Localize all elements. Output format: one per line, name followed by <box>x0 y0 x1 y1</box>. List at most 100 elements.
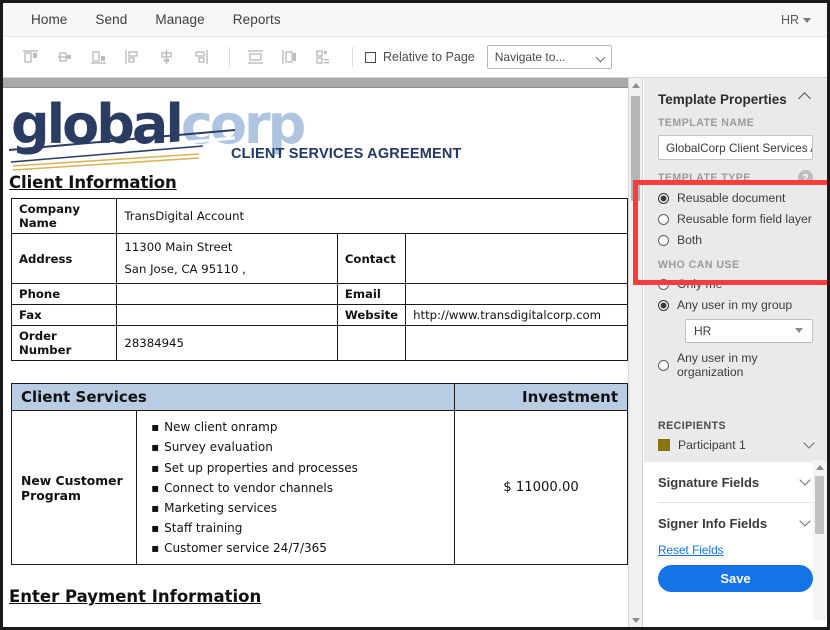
radio-button[interactable] <box>658 278 669 290</box>
cell-value-order-number[interactable]: 28384945 <box>116 325 338 362</box>
template-name-section-label: TEMPLATE NAME <box>658 117 755 129</box>
accordion-label: Signature Fields <box>658 474 760 490</box>
cell-value-phone[interactable] <box>116 283 338 306</box>
distribute-horizontal-icon[interactable] <box>274 44 304 70</box>
match-size-icon[interactable] <box>308 44 338 70</box>
cell-label-fax: Fax <box>10 304 118 327</box>
align-top-icon[interactable] <box>15 44 45 70</box>
cell-value-email[interactable] <box>405 283 628 306</box>
radio-label: Any user in my organization <box>677 351 758 379</box>
cell-label-contact: Contact <box>336 232 407 285</box>
reset-fields-link[interactable]: Reset Fields <box>644 543 827 557</box>
cell-empty-2 <box>405 325 628 362</box>
group-select-value: HR <box>694 324 712 338</box>
panel-scroll-up-button[interactable] <box>813 460 826 474</box>
toolbar-divider-2 <box>352 47 353 67</box>
bullet-icon: ▪ <box>151 541 160 556</box>
services-header-label: Client Services <box>10 383 456 412</box>
list-item: ▪ Connect to vendor channels <box>151 478 450 498</box>
save-button[interactable]: Save <box>658 565 813 592</box>
logo-stroke-decoration <box>8 129 236 171</box>
chevron-down-icon[interactable] <box>803 437 815 449</box>
table-row: Company Name TransDigital Account <box>10 198 628 234</box>
group-select[interactable]: HR <box>685 319 813 343</box>
list-item: ▪ Set up properties and processes <box>151 458 450 478</box>
triangle-down-icon <box>631 617 640 623</box>
who-can-use-section-label: WHO CAN USE <box>658 259 740 271</box>
services-header-row: Client Services Investment <box>10 383 628 412</box>
radio-any-user-in-my-group[interactable]: Any user in my group <box>644 298 827 312</box>
question-mark-icon[interactable]: ? <box>798 170 813 185</box>
radio-label: Both <box>677 233 703 247</box>
cell-value-website[interactable]: http://www.transdigitalcorp.com <box>405 304 628 327</box>
relative-to-page-control[interactable]: Relative to Page <box>365 50 475 64</box>
list-item: ▪ Customer service 24/7/365 <box>151 538 450 558</box>
nav-item-manage[interactable]: Manage <box>141 8 218 31</box>
align-bottom-icon[interactable] <box>83 44 113 70</box>
navigate-to-value: Navigate to... <box>494 50 566 64</box>
radio-button[interactable] <box>658 299 669 311</box>
align-center-vertical-icon[interactable] <box>151 44 181 70</box>
account-menu[interactable]: HR <box>781 13 827 27</box>
cell-label-phone: Phone <box>10 283 118 306</box>
cell-value-address[interactable]: 11300 Main Street San Jose, CA 95110 , <box>116 232 338 285</box>
template-name-value: GlobalCorp Client Services Ag <box>666 140 813 155</box>
document-viewport[interactable]: globalcorp CLIENT SERVICES AGREEMENT Cli… <box>3 78 628 627</box>
bullet-icon: ▪ <box>151 460 160 475</box>
address-line-2: San Jose, CA 95110 , <box>124 261 246 276</box>
radio-button[interactable] <box>658 359 669 371</box>
chevron-down-icon[interactable] <box>799 515 811 527</box>
template-type-section-header: TEMPLATE TYPE ? <box>644 170 827 185</box>
distribute-vertical-icon[interactable] <box>240 44 270 70</box>
scrollbar-thumb[interactable] <box>631 96 640 201</box>
cell-empty-1 <box>336 325 407 362</box>
client-services-table: Client Services Investment New Customer … <box>10 383 628 566</box>
cell-label-address: Address <box>10 232 118 285</box>
radio-label: Reusable document <box>677 191 786 205</box>
nav-item-reports[interactable]: Reports <box>219 8 295 31</box>
recipient-participant-1[interactable]: Participant 1 <box>644 437 827 452</box>
radio-only-me[interactable]: Only me <box>644 277 827 291</box>
bullet-icon: ▪ <box>151 420 160 435</box>
radio-any-user-in-my-organization[interactable]: Any user in my organization <box>644 351 827 379</box>
chevron-down-icon <box>795 328 803 333</box>
nav-item-home[interactable]: Home <box>17 8 81 31</box>
align-left-icon[interactable] <box>117 44 147 70</box>
document-header: globalcorp CLIENT SERVICES AGREEMENT <box>3 88 628 173</box>
bullet-icon: ▪ <box>151 521 160 536</box>
cell-value-contact[interactable] <box>405 232 628 285</box>
panel-header[interactable]: Template Properties <box>644 78 827 117</box>
navigate-to-select[interactable]: Navigate to... <box>486 45 612 69</box>
table-row: Order Number 28384945 <box>10 325 628 362</box>
template-properties-panel: Template Properties TEMPLATE NAME Global… <box>644 78 827 627</box>
accordion-signer-info-fields[interactable]: Signer Info Fields <box>644 503 827 543</box>
relative-to-page-checkbox[interactable] <box>365 51 376 63</box>
radio-reusable-form-field-layer[interactable]: Reusable form field layer <box>644 212 827 226</box>
cell-label-website: Website <box>336 304 407 327</box>
radio-button[interactable] <box>658 192 669 204</box>
scroll-up-button[interactable] <box>629 78 642 92</box>
chevron-down-icon[interactable] <box>799 474 811 486</box>
radio-both[interactable]: Both <box>644 233 827 247</box>
template-name-input[interactable]: GlobalCorp Client Services Ag <box>658 135 813 160</box>
panel-scrollbar-thumb[interactable] <box>815 476 824 534</box>
cell-value-company-name[interactable]: TransDigital Account <box>116 198 628 234</box>
list-item: ▪ New client onramp <box>151 417 450 437</box>
chevron-up-icon[interactable] <box>798 91 811 105</box>
recipients-block: RECIPIENTS Participant 1 <box>644 408 827 462</box>
scroll-down-button[interactable] <box>629 613 642 627</box>
radio-button[interactable] <box>658 234 669 246</box>
nav-item-send[interactable]: Send <box>81 8 141 31</box>
table-row: Fax Website http://www.transdigitalcorp.… <box>10 304 628 327</box>
accordion-signature-fields[interactable]: Signature Fields <box>644 462 827 502</box>
panel-vertical-scrollbar[interactable] <box>813 460 826 620</box>
cell-value-fax[interactable] <box>116 304 338 327</box>
triangle-up-icon <box>815 464 824 470</box>
align-center-horizontal-icon[interactable] <box>49 44 79 70</box>
align-right-icon[interactable] <box>185 44 215 70</box>
panel-title: Template Properties <box>658 92 787 107</box>
radio-reusable-document[interactable]: Reusable document <box>644 191 827 205</box>
radio-button[interactable] <box>658 213 669 225</box>
radio-label: Reusable form field layer <box>677 212 812 226</box>
document-vertical-scrollbar[interactable] <box>628 78 643 627</box>
